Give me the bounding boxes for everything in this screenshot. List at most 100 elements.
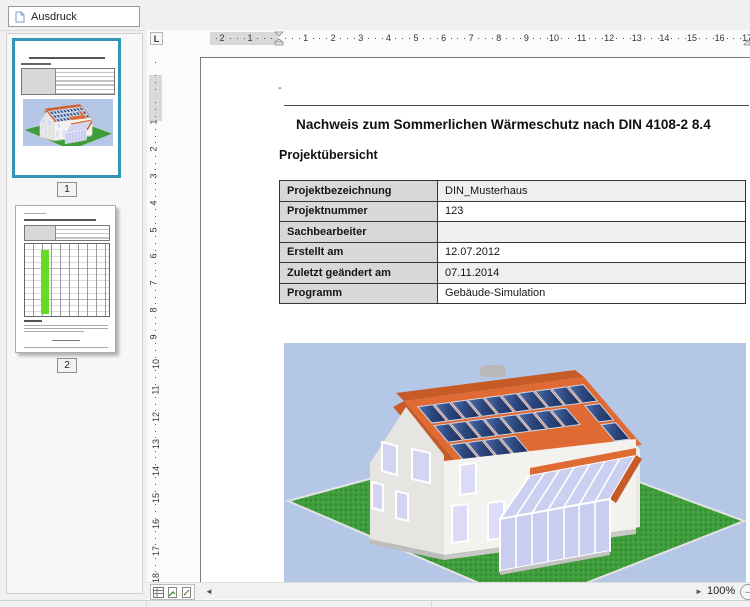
row-label: Projektnummer bbox=[280, 201, 438, 222]
v-ruler-tick bbox=[155, 404, 156, 405]
table-row: Projektnummer123 bbox=[280, 201, 746, 222]
v-ruler-number: 14 bbox=[151, 466, 161, 476]
v-ruler-number: 17 bbox=[151, 546, 161, 556]
page-number-2[interactable]: 2 bbox=[57, 358, 77, 373]
left-arrow-glyph: ◄ bbox=[205, 587, 213, 596]
h-ruler-tick bbox=[733, 38, 734, 39]
h-ruler-number: 15 bbox=[687, 33, 697, 43]
horizontal-scrollbar[interactable]: ◄ ► 100% – bbox=[147, 582, 750, 599]
h-ruler-tick bbox=[375, 38, 376, 39]
right-arrow-glyph: ► bbox=[695, 587, 703, 596]
zoom-level: 100% bbox=[707, 585, 735, 597]
v-ruler-number: 16 bbox=[151, 519, 161, 529]
h-ruler-tick bbox=[623, 38, 624, 39]
mini-p2-note-title bbox=[24, 320, 42, 322]
table-row: Sachbearbeiter bbox=[280, 222, 746, 243]
edit-page-button[interactable] bbox=[180, 586, 193, 598]
h-ruler-number: 14 bbox=[659, 33, 669, 43]
h-ruler-tick bbox=[671, 38, 672, 39]
page-number-1[interactable]: 1 bbox=[57, 182, 77, 197]
v-ruler-number: 5 bbox=[149, 227, 159, 232]
h-ruler-tick bbox=[506, 38, 507, 39]
tab-bar: Ausdruck bbox=[0, 0, 750, 31]
h-ruler-tick bbox=[547, 38, 548, 39]
scroll-right-arrow[interactable]: ► bbox=[693, 585, 705, 597]
mini-p2-green-column bbox=[41, 250, 49, 314]
v-ruler-number: 13 bbox=[151, 439, 161, 449]
h-ruler-tick bbox=[616, 38, 617, 39]
h-ruler-tick bbox=[492, 38, 493, 39]
v-ruler-tick bbox=[155, 317, 156, 318]
v-ruler-tick bbox=[155, 343, 156, 344]
mini-table-label-col bbox=[22, 69, 56, 94]
v-ruler-tick bbox=[155, 196, 156, 197]
v-ruler-tick bbox=[155, 437, 156, 438]
h-ruler-tick bbox=[451, 38, 452, 39]
v-ruler-tick bbox=[155, 323, 156, 324]
h-ruler-tick bbox=[402, 38, 403, 39]
v-ruler-tick bbox=[155, 156, 156, 157]
preview-area: L 211234567891011121314151617 1234567891… bbox=[147, 30, 750, 600]
h-ruler-tick bbox=[368, 38, 369, 39]
h-ruler-number: 7 bbox=[469, 33, 474, 43]
v-ruler-tick bbox=[155, 109, 156, 110]
mini-p2-title bbox=[24, 219, 96, 221]
h-ruler-tick bbox=[485, 38, 486, 39]
document-icon bbox=[15, 11, 25, 23]
v-ruler-number: 12 bbox=[151, 412, 161, 422]
h-ruler-number: 6 bbox=[441, 33, 446, 43]
h-ruler-number: 16 bbox=[715, 33, 725, 43]
h-ruler-tick bbox=[354, 38, 355, 39]
v-ruler-tick bbox=[155, 75, 156, 76]
h-ruler-number: 2 bbox=[219, 33, 224, 43]
horizontal-ruler[interactable]: 211234567891011121314151617 bbox=[147, 30, 750, 47]
v-ruler-tick bbox=[155, 464, 156, 465]
h-ruler-tick bbox=[685, 38, 686, 39]
table-row: Erstellt am12.07.2012 bbox=[280, 242, 746, 263]
v-ruler-number: 7 bbox=[149, 281, 159, 286]
h-ruler-number: 17 bbox=[742, 33, 750, 43]
h-ruler-tick bbox=[699, 38, 700, 39]
v-ruler-tick bbox=[155, 377, 156, 378]
page-preview-button[interactable] bbox=[166, 586, 179, 598]
v-ruler-tick bbox=[155, 216, 156, 217]
tab-ausdruck[interactable]: Ausdruck bbox=[8, 6, 140, 27]
h-ruler-tick bbox=[651, 38, 652, 39]
vertical-ruler[interactable]: 123456789101112131415161718 bbox=[147, 47, 164, 600]
view-mode-buttons bbox=[150, 584, 195, 600]
v-ruler-tick bbox=[155, 538, 156, 539]
v-ruler-tick bbox=[155, 89, 156, 90]
h-ruler-tick bbox=[216, 38, 217, 39]
h-ruler-tick bbox=[437, 38, 438, 39]
indent-marker-icon[interactable] bbox=[274, 31, 284, 46]
row-label: Erstellt am bbox=[280, 242, 438, 263]
v-ruler-number: 1 bbox=[149, 120, 159, 125]
thumbnail-page-1[interactable] bbox=[12, 38, 121, 178]
h-ruler-tick bbox=[264, 38, 265, 39]
grid-view-button[interactable] bbox=[152, 586, 165, 598]
h-ruler-number: 9 bbox=[524, 33, 529, 43]
thumbnail-page-2[interactable] bbox=[15, 205, 116, 353]
v-ruler-tick bbox=[155, 424, 156, 425]
v-ruler-tick bbox=[155, 116, 156, 117]
h-ruler-tick bbox=[285, 38, 286, 39]
h-ruler-tick bbox=[513, 38, 514, 39]
h-ruler-tick bbox=[430, 38, 431, 39]
h-ruler-tick bbox=[630, 38, 631, 39]
h-ruler-tick bbox=[230, 38, 231, 39]
h-ruler-tick bbox=[292, 38, 293, 39]
h-ruler-tick bbox=[257, 38, 258, 39]
document-page: - Nachweis zum Sommerlichen Wärmeschutz … bbox=[200, 57, 750, 585]
zoom-out-button[interactable]: – bbox=[740, 584, 750, 600]
v-ruler-number: 2 bbox=[149, 147, 159, 152]
scroll-left-arrow[interactable]: ◄ bbox=[203, 585, 215, 597]
h-ruler-number: 4 bbox=[386, 33, 391, 43]
mini-p2-label-col bbox=[25, 226, 56, 240]
h-ruler-tick bbox=[299, 38, 300, 39]
h-ruler-tick bbox=[326, 38, 327, 39]
v-ruler-tick bbox=[155, 571, 156, 572]
v-ruler-tick bbox=[155, 270, 156, 271]
mini-p2-text2 bbox=[24, 328, 108, 329]
v-ruler-number: 11 bbox=[151, 386, 161, 395]
v-ruler-tick bbox=[155, 511, 156, 512]
